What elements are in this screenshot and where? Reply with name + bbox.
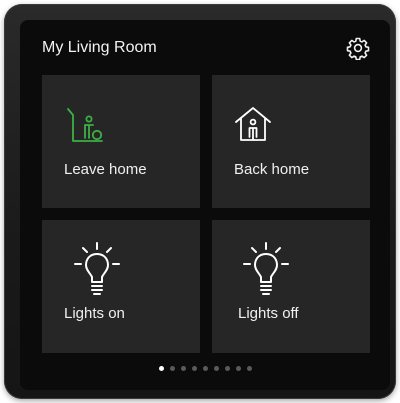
lights-on-button[interactable]: Lights on — [42, 220, 200, 353]
gear-icon[interactable] — [346, 36, 370, 60]
leave-home-button[interactable]: Leave home — [42, 75, 200, 208]
tile-label: Lights off — [238, 305, 299, 322]
page-dot[interactable] — [224, 366, 230, 371]
page-dot[interactable] — [235, 366, 241, 371]
leave-home-icon — [64, 105, 104, 145]
page-dot[interactable] — [180, 366, 186, 371]
lightbulb-off-icon — [239, 240, 293, 300]
room-title: My Living Room — [42, 39, 157, 56]
page-dot[interactable] — [169, 366, 175, 371]
page-dot[interactable] — [202, 366, 208, 371]
header: My Living Room — [20, 20, 390, 74]
tile-label: Leave home — [64, 161, 147, 178]
page-dot[interactable] — [158, 366, 164, 371]
page-dot[interactable] — [191, 366, 197, 371]
smart-panel-device: My Living Room Leave home Back home Ligh… — [4, 4, 396, 399]
back-home-icon — [234, 105, 272, 143]
panel-screen: My Living Room Leave home Back home Ligh… — [20, 20, 390, 390]
tile-label: Back home — [234, 161, 310, 178]
page-indicator — [20, 366, 390, 376]
page-dot[interactable] — [213, 366, 219, 371]
back-home-button[interactable]: Back home — [212, 75, 370, 208]
lights-off-button[interactable]: Lights off — [212, 220, 370, 353]
tile-label: Lights on — [64, 305, 125, 322]
page-dot[interactable] — [246, 366, 252, 371]
lightbulb-on-icon — [70, 240, 124, 300]
